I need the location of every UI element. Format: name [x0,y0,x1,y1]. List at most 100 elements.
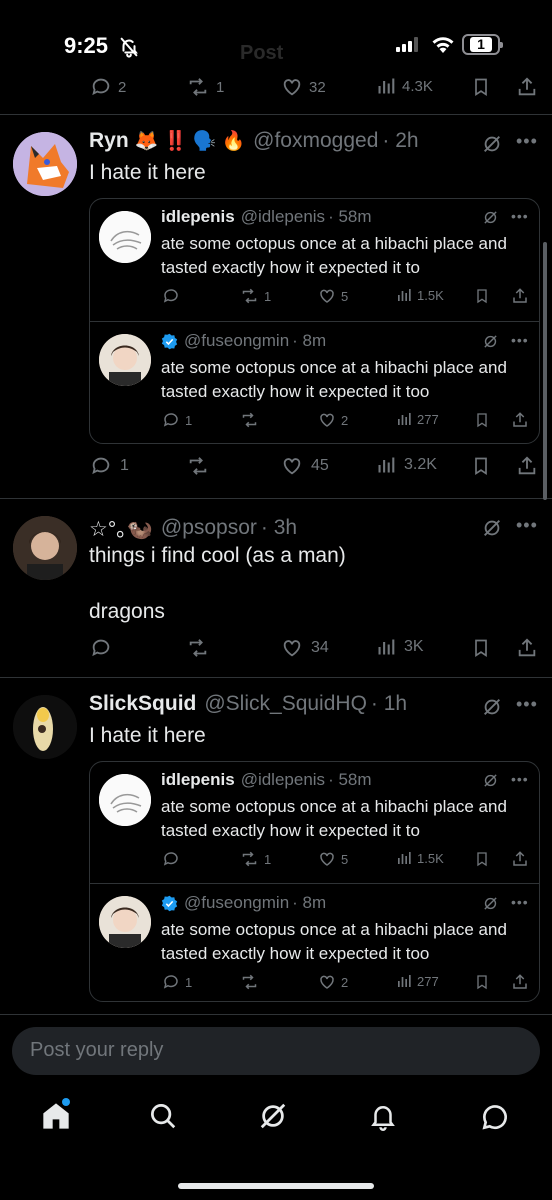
status-bar: 9:25 Post 1 [0,0,552,70]
reply-button[interactable]: 1 [90,455,129,477]
views-count: 3.2K [404,456,437,473]
share-icon[interactable] [511,850,529,868]
grok-icon[interactable] [481,133,503,155]
bookmark-icon[interactable] [474,973,490,991]
ghost-header-title: Post [240,42,284,64]
bookmark-icon[interactable] [471,76,491,98]
display-name[interactable]: Ryn [89,129,129,153]
like-button[interactable]: 45 [281,455,329,477]
more-options-icon[interactable]: ••• [516,131,538,152]
reply-button[interactable] [162,850,180,868]
display-name[interactable]: ☆°｡🦦 [89,513,153,543]
views-button[interactable]: 1.5K [396,287,444,303]
repost-button[interactable] [240,411,259,429]
quoted-post-header: idlepenis @idlepenis · 58m [161,207,372,227]
repost-button[interactable] [186,455,210,477]
views-button[interactable]: 3.2K [376,455,437,475]
share-icon[interactable] [511,411,529,429]
avatar[interactable] [99,334,151,386]
scrollbar[interactable] [543,242,547,500]
reply-button[interactable] [162,287,180,305]
grok-icon[interactable] [481,517,503,539]
post-time: · 8m [292,331,327,350]
quoted-post-stack[interactable]: idlepenis @idlepenis · 58m ••• ate some … [89,761,540,1002]
avatar[interactable] [13,695,77,759]
verified-badge-icon [161,333,178,350]
user-handle[interactable]: @Slick_SquidHQ [204,692,367,716]
display-name[interactable]: SlickSquid [89,692,196,716]
battery-level: 1 [470,37,492,52]
grok-icon[interactable] [258,1101,288,1131]
post-time: · 1h [370,692,408,715]
reply-count: 1 [185,412,193,428]
post[interactable]: Ryn 🦊 ‼️ 🗣️ 🔥 @foxmogged · 2h ••• I hate… [0,115,552,498]
repost-button[interactable]: 1 [240,287,271,305]
like-button[interactable]: 34 [281,637,329,659]
reply-button[interactable]: 1 [162,411,192,429]
notifications-icon[interactable] [368,1101,398,1131]
repost-button[interactable] [240,973,259,991]
more-options-icon[interactable]: ••• [516,694,538,715]
reply-button[interactable]: 1 [162,973,192,991]
reply-button[interactable]: 2 [90,76,126,98]
share-icon[interactable] [516,455,538,477]
avatar[interactable] [13,516,77,580]
views-button[interactable]: 1.5K [396,850,444,866]
grok-icon[interactable] [482,772,499,789]
share-icon[interactable] [511,973,529,991]
avatar[interactable] [13,132,77,196]
post-time: · 8m [292,893,327,912]
reply-button[interactable] [90,637,112,659]
views-button[interactable]: 3K [376,637,424,657]
quoted-post-stack[interactable]: idlepenis @idlepenis · 58m ••• ate some … [89,198,540,444]
share-icon[interactable] [511,287,529,305]
bookmark-icon[interactable] [471,637,491,659]
like-button[interactable]: 32 [281,76,326,98]
messages-icon[interactable] [479,1101,511,1133]
repost-button[interactable]: 1 [240,850,271,868]
views-button[interactable]: 277 [396,973,439,989]
user-handle[interactable]: @idlepenis [241,207,325,227]
post[interactable]: SlickSquid @Slick_SquidHQ · 1h ••• I hat… [0,678,552,1013]
views-button[interactable]: 4.3K [376,76,433,96]
like-button[interactable]: 2 [318,973,348,991]
grok-icon[interactable] [482,895,499,912]
reply-count: 1 [185,974,193,990]
user-handle[interactable]: @psopsor [161,516,257,540]
reply-count: 2 [118,78,127,96]
more-options-icon[interactable]: ••• [511,771,529,787]
display-name[interactable]: idlepenis [161,207,235,227]
post[interactable]: ☆°｡🦦 @psopsor · 3h ••• things i find coo… [0,499,552,677]
grok-icon[interactable] [481,696,503,718]
user-handle[interactable]: @idlepenis [241,770,325,790]
bookmark-icon[interactable] [474,411,490,429]
more-options-icon[interactable]: ••• [516,515,538,536]
user-handle[interactable]: @fuseongmin [184,893,289,913]
user-handle[interactable]: @foxmogged [253,129,378,153]
bookmark-icon[interactable] [471,455,491,477]
more-options-icon[interactable]: ••• [511,894,529,910]
share-icon[interactable] [516,637,538,659]
like-button[interactable]: 5 [318,850,348,868]
share-icon[interactable] [516,76,538,98]
more-options-icon[interactable]: ••• [511,208,529,224]
avatar[interactable] [99,211,151,263]
bookmark-icon[interactable] [474,850,490,868]
display-name[interactable]: idlepenis [161,770,235,790]
user-handle[interactable]: @fuseongmin [184,331,289,351]
avatar[interactable] [99,896,151,948]
quoted-post-text: ate some octopus once at a hibachi place… [161,920,507,963]
reply-input[interactable]: Post your reply [12,1027,540,1075]
repost-button[interactable] [186,637,210,659]
more-options-icon[interactable]: ••• [511,332,529,348]
views-count: 1.5K [417,850,444,866]
views-button[interactable]: 277 [396,411,439,427]
grok-icon[interactable] [482,333,499,350]
search-icon[interactable] [148,1101,178,1131]
grok-icon[interactable] [482,209,499,226]
avatar[interactable] [99,774,151,826]
like-button[interactable]: 2 [318,411,348,429]
repost-button[interactable]: 1 [186,76,224,98]
like-button[interactable]: 5 [318,287,348,305]
bookmark-icon[interactable] [474,287,490,305]
